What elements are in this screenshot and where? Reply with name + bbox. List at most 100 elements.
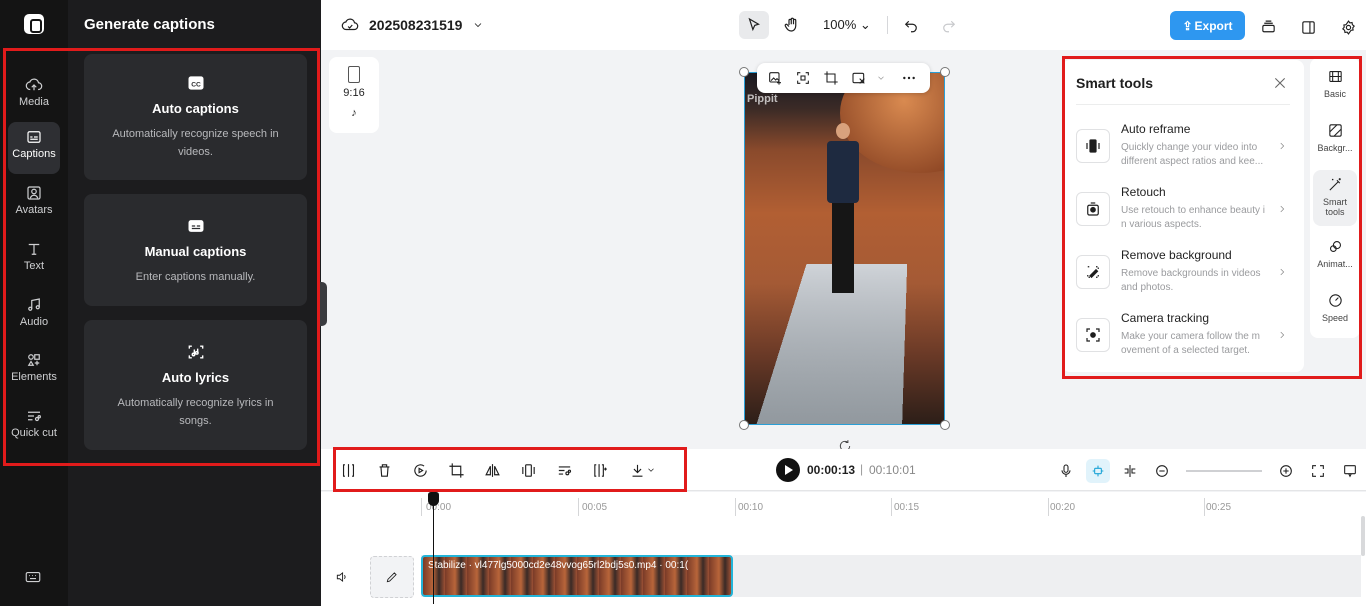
zoom-out-icon bbox=[1156, 465, 1168, 477]
crop-button[interactable] bbox=[819, 66, 843, 90]
playhead-line bbox=[433, 494, 434, 604]
video-clip[interactable]: Stabilize · vl477lg5000cd2e48vvog65rl2bd… bbox=[421, 555, 733, 597]
ruler-line bbox=[1204, 498, 1205, 516]
focus-icon bbox=[797, 72, 809, 84]
remove-bg-button[interactable] bbox=[847, 66, 871, 90]
keyboard-icon bbox=[25, 571, 41, 583]
video-preview[interactable]: Pippit bbox=[744, 72, 945, 425]
ruler-label: 00:25 bbox=[1206, 502, 1232, 513]
ruler-label: 00:20 bbox=[1050, 502, 1076, 513]
timeline-scrollbar[interactable] bbox=[1361, 516, 1365, 556]
settings-button[interactable] bbox=[1333, 13, 1363, 41]
chevron-down-icon bbox=[878, 76, 884, 80]
playhead-handle[interactable] bbox=[428, 492, 439, 506]
zoom-out-button[interactable] bbox=[1150, 459, 1174, 483]
layers-button[interactable] bbox=[1253, 13, 1283, 41]
undo-button[interactable] bbox=[896, 11, 926, 39]
ruler-line bbox=[1048, 498, 1049, 516]
speaker-icon bbox=[336, 571, 346, 583]
resize-handle-bottom-right[interactable] bbox=[940, 420, 950, 430]
ruler-line bbox=[421, 498, 422, 516]
resize-handle-top-left[interactable] bbox=[739, 67, 749, 77]
app-logo[interactable] bbox=[24, 14, 44, 34]
zoom-in-button[interactable] bbox=[1274, 459, 1298, 483]
topbar-right-tools bbox=[1253, 13, 1363, 41]
more-button[interactable] bbox=[897, 66, 921, 90]
annotation-box-smart-tools bbox=[1062, 56, 1362, 379]
person-head bbox=[836, 123, 850, 139]
replace-media-button[interactable] bbox=[763, 66, 787, 90]
ruler-line bbox=[578, 498, 579, 516]
cover-edit-button[interactable] bbox=[370, 556, 414, 598]
timeline[interactable]: 00:00 00:05 00:10 00:15 00:20 00:25 Stab… bbox=[321, 492, 1366, 606]
watermark: Pippit bbox=[747, 93, 778, 105]
clip-label: Stabilize · vl477lg5000cd2e48vvog65rl2bd… bbox=[428, 560, 689, 571]
project-selector[interactable]: 202508231519 bbox=[341, 16, 484, 34]
person-legs bbox=[832, 203, 854, 293]
project-name: 202508231519 bbox=[369, 17, 463, 33]
pencil-icon bbox=[386, 572, 397, 583]
zoom-value: 100% bbox=[823, 17, 857, 32]
remove-bg-icon bbox=[852, 72, 865, 84]
undo-icon bbox=[904, 20, 917, 33]
ruler-label: 00:15 bbox=[894, 502, 920, 513]
timeline-view-tools bbox=[1054, 459, 1362, 483]
split-view-button[interactable] bbox=[1118, 459, 1142, 483]
zoom-in-icon bbox=[1280, 465, 1292, 477]
annotation-box-timeline-tools bbox=[333, 447, 687, 492]
fit-screen-icon bbox=[1312, 465, 1324, 477]
fit-timeline-button[interactable] bbox=[1306, 459, 1330, 483]
toolbar-divider bbox=[886, 16, 888, 34]
more-options-chevron[interactable] bbox=[875, 66, 887, 90]
top-bar: 202508231519 100% ⌄ ⇪ Export bbox=[321, 0, 1366, 50]
record-voice-button[interactable] bbox=[1054, 459, 1078, 483]
hand-icon bbox=[784, 17, 797, 32]
person-figure bbox=[827, 123, 859, 303]
canvas-tools: 100% ⌄ bbox=[739, 11, 964, 39]
current-time: 00:00:13 bbox=[807, 463, 856, 477]
feedback-button[interactable] bbox=[1338, 459, 1362, 483]
hand-tool-button[interactable] bbox=[777, 11, 807, 39]
app-window: Media Captions Avatars Text Audio Elemen… bbox=[0, 0, 1366, 606]
pointer-icon bbox=[748, 17, 760, 32]
split-layout-icon bbox=[1301, 20, 1315, 34]
ratio-label: 9:16 bbox=[343, 87, 365, 99]
tiktok-icon: ♪ bbox=[351, 107, 357, 119]
resize-handle-bottom-left[interactable] bbox=[739, 420, 749, 430]
layout-button[interactable] bbox=[1293, 13, 1323, 41]
ellipsis-icon bbox=[903, 76, 915, 80]
clip-floating-toolbar bbox=[757, 63, 930, 93]
export-icon: ⇪ bbox=[1182, 18, 1193, 33]
redo-button[interactable] bbox=[934, 11, 964, 39]
ruler-line bbox=[735, 498, 736, 516]
track-mute-button[interactable] bbox=[335, 570, 351, 586]
chevron-down-icon bbox=[475, 23, 482, 28]
crop-icon bbox=[824, 71, 838, 85]
cloud-sync-icon bbox=[341, 18, 359, 31]
total-time: 00:10:01 bbox=[869, 463, 916, 477]
layers-icon bbox=[1261, 20, 1275, 32]
person-body bbox=[827, 141, 859, 203]
zoom-dropdown[interactable]: 100% ⌄ bbox=[815, 17, 879, 33]
gear-icon bbox=[1341, 19, 1355, 35]
redo-icon bbox=[942, 20, 955, 33]
select-tool-button[interactable] bbox=[739, 11, 769, 39]
ruler-label: 00:05 bbox=[582, 502, 608, 513]
magnet-track-icon bbox=[1092, 465, 1104, 477]
ruler-line bbox=[891, 498, 892, 516]
export-button[interactable]: ⇪ Export bbox=[1170, 11, 1245, 40]
export-label: Export bbox=[1194, 18, 1233, 33]
timeline-zoom-slider[interactable] bbox=[1186, 470, 1262, 472]
focus-button[interactable] bbox=[791, 66, 815, 90]
auto-snap-toggle[interactable] bbox=[1086, 459, 1110, 483]
aspect-ratio-selector[interactable]: 9:16 ♪ bbox=[329, 57, 379, 133]
image-add-icon bbox=[769, 72, 781, 85]
keyboard-shortcuts-button[interactable] bbox=[24, 568, 44, 588]
phone-ratio-icon bbox=[348, 66, 360, 83]
annotation-box-left-panel bbox=[3, 48, 320, 466]
resize-handle-top-right[interactable] bbox=[940, 67, 950, 77]
ruler-label: 00:10 bbox=[738, 502, 764, 513]
play-button[interactable] bbox=[776, 458, 800, 482]
time-separator: | bbox=[860, 462, 864, 476]
feedback-icon bbox=[1344, 465, 1356, 478]
